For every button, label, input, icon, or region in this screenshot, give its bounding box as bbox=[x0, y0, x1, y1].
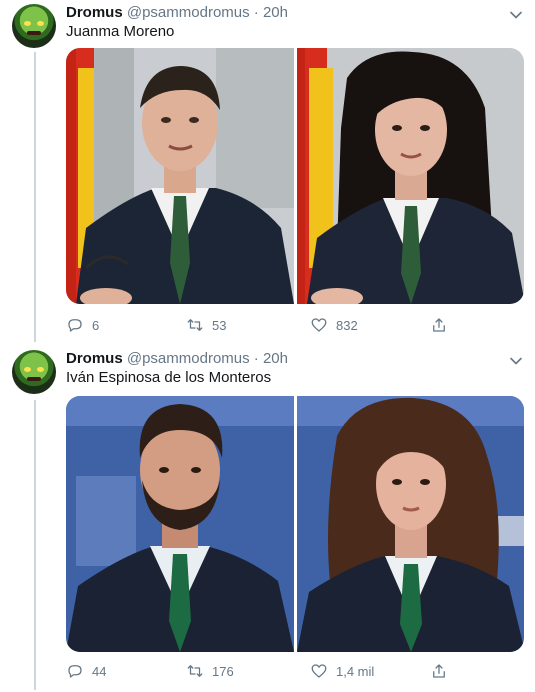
retweet-count: 53 bbox=[212, 317, 227, 333]
separator: · bbox=[253, 4, 259, 21]
photo[interactable] bbox=[66, 396, 294, 652]
heart-icon bbox=[311, 664, 327, 678]
tweet-actions: 6 53 832 bbox=[66, 316, 524, 336]
like-button[interactable]: 1,4 mil bbox=[310, 662, 374, 680]
retweet-button[interactable]: 176 bbox=[186, 662, 234, 680]
share-icon bbox=[433, 318, 445, 332]
avatar[interactable] bbox=[12, 4, 56, 48]
tweet-text: Juanma Moreno bbox=[66, 23, 175, 40]
timestamp[interactable]: 20h bbox=[263, 350, 288, 367]
photo[interactable] bbox=[296, 48, 524, 304]
photo[interactable] bbox=[296, 396, 524, 652]
reply-button[interactable]: 6 bbox=[66, 316, 99, 334]
chevron-down-icon[interactable] bbox=[508, 353, 524, 369]
reply-icon bbox=[68, 319, 82, 332]
reply-icon bbox=[68, 665, 82, 678]
retweet-count: 176 bbox=[212, 663, 234, 679]
retweet-icon bbox=[187, 665, 203, 677]
media-grid[interactable] bbox=[66, 396, 524, 652]
author-name[interactable]: Dromus bbox=[66, 4, 123, 21]
like-count: 1,4 mil bbox=[336, 663, 375, 679]
tweet-header: Dromus @psammodromus · 20h bbox=[66, 350, 288, 367]
share-button[interactable] bbox=[430, 662, 448, 680]
tweet-text: Iván Espinosa de los Monteros bbox=[66, 369, 272, 386]
retweet-button[interactable]: 53 bbox=[186, 316, 226, 334]
like-button[interactable]: 832 bbox=[310, 316, 358, 334]
reply-button[interactable]: 44 bbox=[66, 662, 106, 680]
reply-count: 44 bbox=[92, 663, 107, 679]
separator: · bbox=[253, 350, 259, 367]
heart-icon bbox=[311, 318, 327, 332]
author-handle[interactable]: @psammodromus bbox=[127, 4, 250, 21]
chevron-down-icon[interactable] bbox=[508, 7, 524, 23]
retweet-icon bbox=[187, 319, 203, 331]
like-count: 832 bbox=[336, 317, 358, 333]
tweet[interactable]: Dromus @psammodromus · 20h Juanma Moreno bbox=[0, 4, 535, 344]
avatar[interactable] bbox=[12, 350, 56, 394]
tweet-actions: 44 176 1,4 mil bbox=[66, 662, 524, 682]
reply-count: 6 bbox=[92, 317, 100, 333]
media-grid[interactable] bbox=[66, 48, 524, 304]
author-handle[interactable]: @psammodromus bbox=[127, 350, 250, 367]
photo[interactable] bbox=[66, 48, 294, 304]
author-name[interactable]: Dromus bbox=[66, 350, 123, 367]
share-icon bbox=[433, 664, 445, 678]
tweet[interactable]: Dromus @psammodromus · 20h Iván Espinosa… bbox=[0, 350, 535, 692]
tweet-header: Dromus @psammodromus · 20h bbox=[66, 4, 288, 21]
timestamp[interactable]: 20h bbox=[263, 4, 288, 21]
share-button[interactable] bbox=[430, 316, 448, 334]
